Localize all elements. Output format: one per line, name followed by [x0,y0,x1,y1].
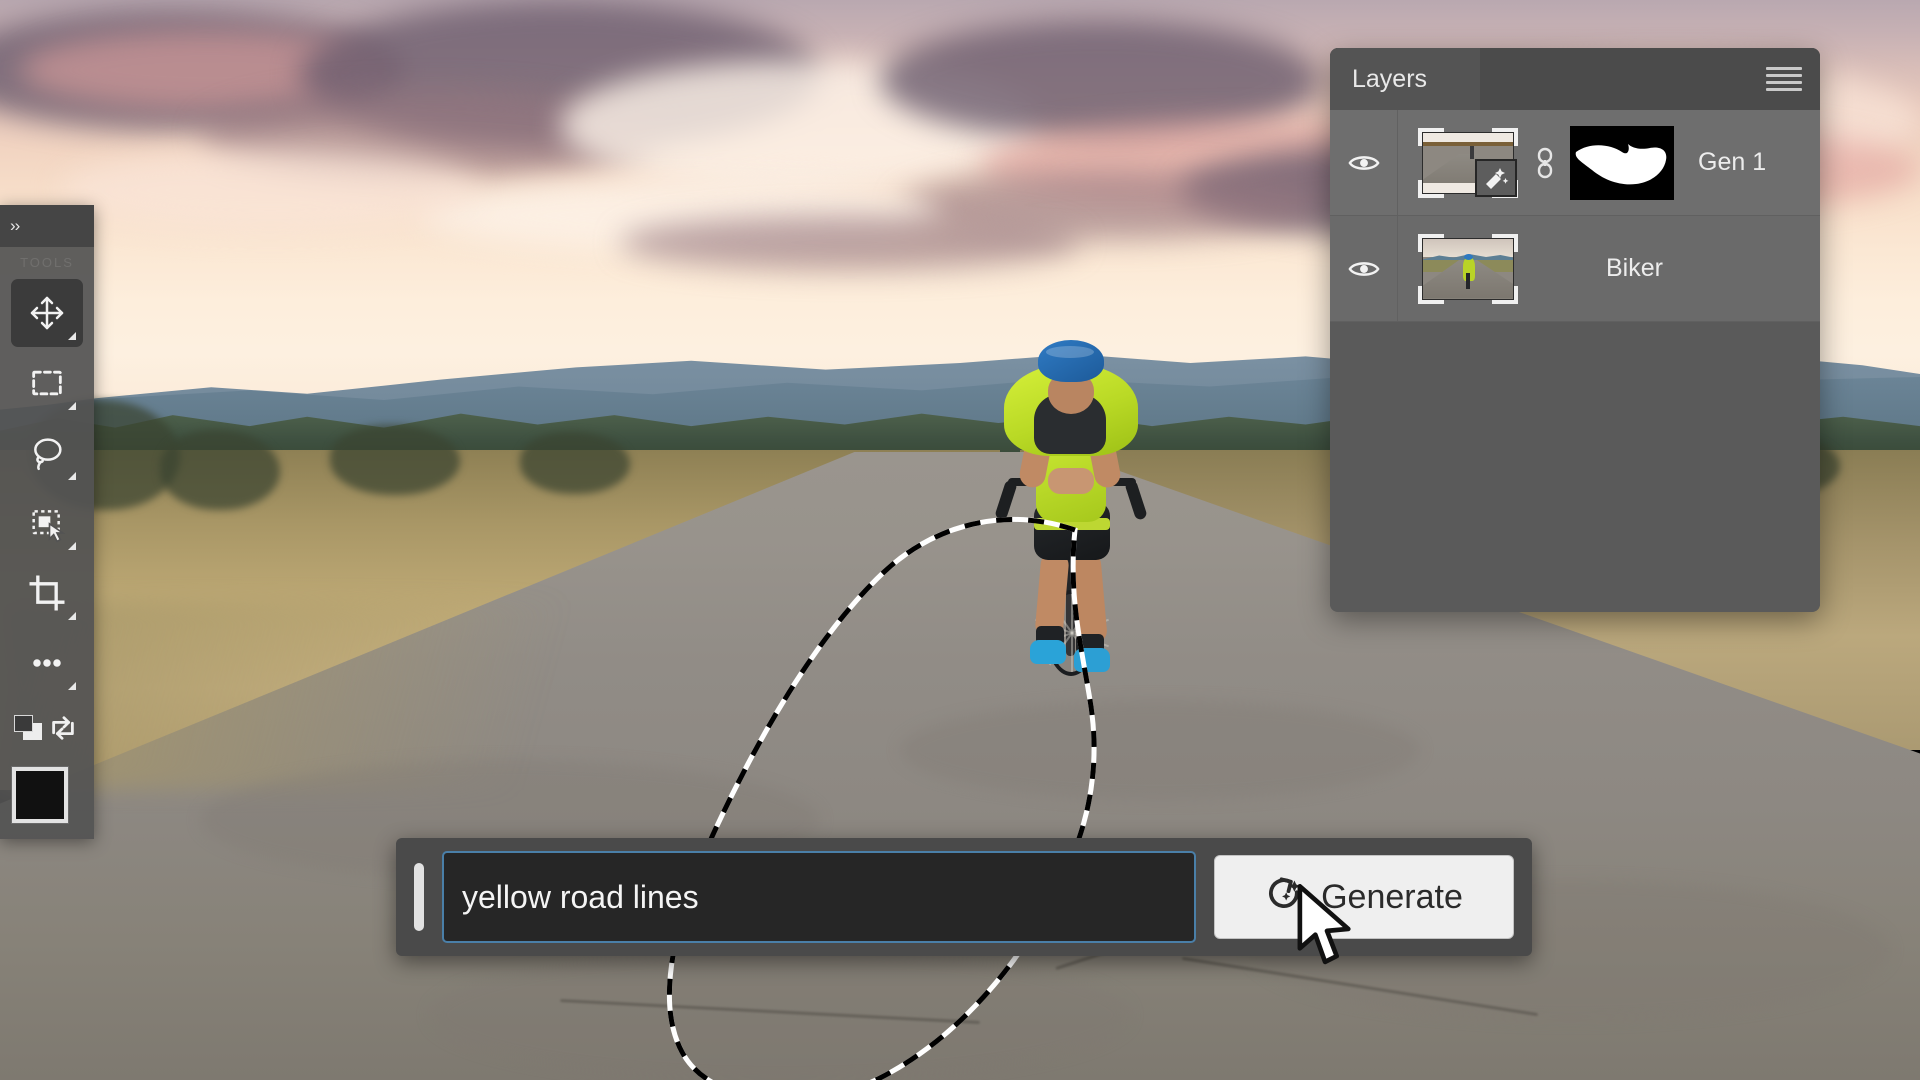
menu-line [1766,74,1802,77]
object-selection-icon [32,510,66,543]
photoshop-window: ›› TOOLS Layers Gen 1 Biker yellow road … [0,0,1920,1080]
eye-icon [1347,261,1380,276]
generative-fill-prompt-bar[interactable]: Generate [396,838,1532,956]
tool-lasso[interactable] [11,419,83,487]
tool-flyout-indicator[interactable] [68,332,76,340]
crop-icon [29,575,65,611]
tool-object-selection[interactable] [11,489,83,557]
tool-move[interactable] [11,279,83,347]
layer-thumbnail-biker[interactable] [1416,232,1520,306]
thumb-bracket [1514,127,1518,146]
layer-thumbnails-gen-1 [1398,125,1674,200]
foreground-color-swatch[interactable] [12,767,68,823]
thumb-bracket [1418,179,1422,198]
tool-flyout-indicator[interactable] [68,472,76,480]
layer-visibility-toggle-biker[interactable] [1330,216,1398,321]
sparkle-wand-icon [1486,167,1509,189]
layers-panel-tabbar: Layers [1330,48,1820,110]
road-shoulder [0,600,760,790]
tool-flyout-indicator[interactable] [68,402,76,410]
layer-name-biker[interactable]: Biker [1606,254,1663,283]
cloud [620,215,1080,270]
color-controls [0,699,94,757]
tool-crop[interactable] [11,559,83,627]
thumbnail-image [1422,237,1514,300]
layer-row-biker[interactable]: Biker [1330,216,1820,322]
generate-button-label: Generate [1321,877,1463,916]
layer-name-gen-1[interactable]: Gen 1 [1698,148,1766,177]
generate-button[interactable]: Generate [1214,855,1514,939]
prompt-input[interactable] [442,851,1196,943]
cloud [60,150,480,230]
tool-flyout-indicator[interactable] [68,682,76,690]
tool-edit-toolbar[interactable] [11,629,83,697]
handlebar-drop-right [1124,479,1148,521]
toolbar-header: ›› [0,205,94,247]
ellipsis-icon [33,659,61,667]
shrub [520,432,630,494]
layer-thumbnails-biker [1398,232,1520,306]
thumb-bracket [1514,233,1518,252]
mini-horizon [1423,141,1513,147]
tool-buttons [0,277,94,697]
menu-line [1766,67,1802,70]
layer-row-gen-1[interactable]: Gen 1 [1330,110,1820,216]
hands [1048,468,1094,494]
layer-list: Gen 1 Biker [1330,110,1820,322]
move-icon [30,296,64,330]
marquee-icon [32,370,62,396]
tool-flyout-indicator[interactable] [68,612,76,620]
lasso-icon [34,438,62,471]
shoe-right [1074,648,1110,672]
shrub [330,425,460,495]
handlebar-drop-left [994,479,1018,521]
toolbar-ghost-label: TOOLS [20,254,74,270]
prompt-bar-drag-handle[interactable] [414,863,424,931]
helmet-vent [1046,346,1094,358]
foreground-background-swatches[interactable] [0,757,100,849]
mini-object [1469,145,1475,159]
thumb-bracket [1418,285,1422,304]
thumb-bracket [1418,233,1422,252]
mask-shape [1575,143,1667,184]
thumb-bracket [1418,127,1422,146]
layer-mask-link-icon[interactable] [1534,146,1556,180]
road-texture [900,700,1420,800]
swap-colors-icon[interactable] [48,713,78,743]
mini-scene [1423,238,1513,299]
layer-visibility-toggle-gen-1[interactable] [1330,110,1398,215]
thumb-bracket [1514,285,1518,304]
tool-flyout-indicator[interactable] [68,542,76,550]
cyclist [990,340,1150,676]
menu-line [1766,81,1802,84]
eye-icon [1347,155,1380,170]
shrub [160,430,280,510]
tab-layers[interactable]: Layers [1330,48,1480,110]
tool-rectangular-marquee[interactable] [11,349,83,417]
default-fg-square [14,715,33,732]
tools-panel[interactable]: ›› TOOLS [0,205,100,847]
road-texture [430,950,1130,1080]
expand-panel-chevron-icon[interactable]: ›› [10,217,20,234]
mini-bike [1466,273,1470,289]
layers-panel-title: Layers [1352,64,1428,93]
generate-sparkle-icon [1269,877,1301,908]
shoe-left [1030,640,1066,664]
panel-menu-icon[interactable] [1766,65,1802,93]
layer-mask-thumbnail-gen-1[interactable] [1570,125,1674,200]
layer-list-empty-area[interactable] [1330,322,1820,611]
layer-thumbnail-gen-1[interactable] [1416,126,1520,200]
layers-panel[interactable]: Layers Gen 1 Biker [1330,48,1820,612]
menu-line [1766,88,1802,91]
generative-fill-badge-icon [1475,158,1517,197]
default-colors-icon[interactable] [14,715,44,741]
